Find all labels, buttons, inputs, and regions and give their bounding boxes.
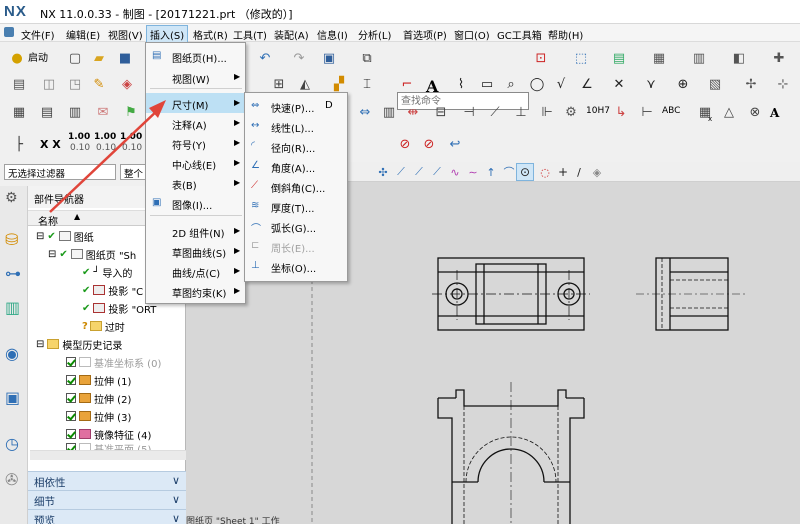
annotation-arrow: [49, 100, 166, 213]
